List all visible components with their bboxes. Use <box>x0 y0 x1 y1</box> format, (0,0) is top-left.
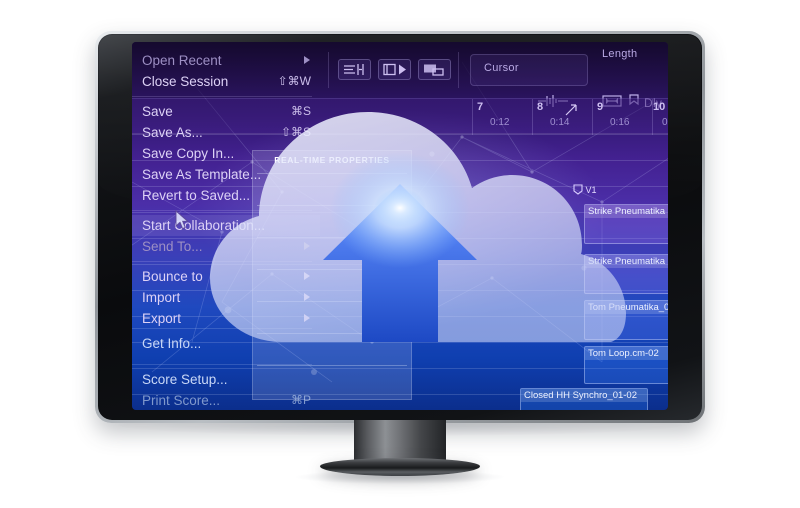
cloud-upload-icon <box>210 112 626 342</box>
arrow-tip-glow-core <box>374 188 426 228</box>
computer-monitor: Cursor Length 7 8 9 10 0:12 0:14 0:16 0 … <box>95 31 705 423</box>
stand-drop-shadow <box>296 470 504 484</box>
monitor-screen: Cursor Length 7 8 9 10 0:12 0:14 0:16 0 … <box>132 42 668 410</box>
